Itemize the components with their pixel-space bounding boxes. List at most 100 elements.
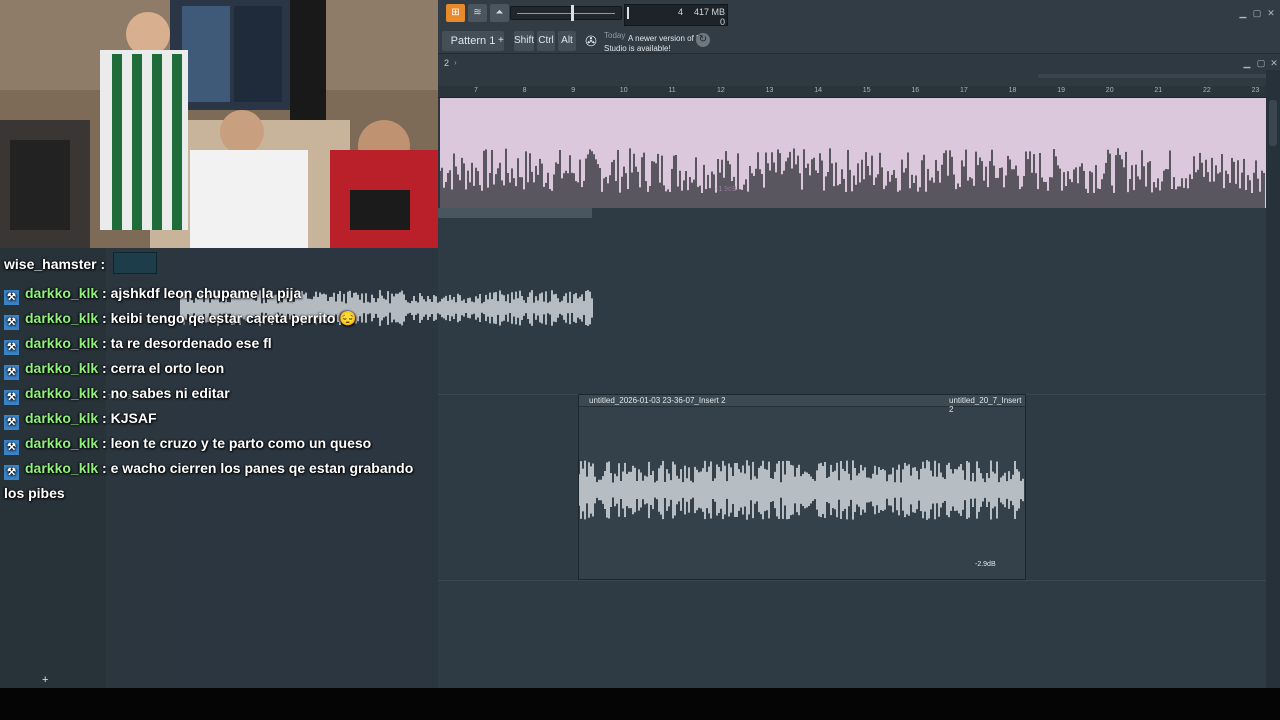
playlist-minimize-icon[interactable]: ▁: [1242, 58, 1252, 68]
maximize-icon[interactable]: ▢: [1252, 8, 1262, 18]
chat-separator: :: [98, 385, 111, 401]
chat-username: darkko_klk: [25, 310, 99, 326]
pink-clip-gain: -1.9dB: [716, 186, 737, 193]
close-icon[interactable]: ✕: [1266, 8, 1276, 18]
add-pattern-button[interactable]: +: [498, 31, 508, 51]
ruler-tick: 15: [862, 87, 871, 94]
master-volume-slider[interactable]: [510, 5, 622, 21]
refresh-icon[interactable]: ↻: [696, 33, 710, 47]
arrow-right-icon[interactable]: ›: [454, 58, 457, 67]
chat-message: ⚒ darkko_klk : leon te cruzo y te parto c…: [4, 431, 424, 456]
ruler-tick: 7: [474, 87, 478, 94]
chat-separator: :: [98, 410, 111, 426]
webcam-image: [0, 0, 438, 248]
chat-separator: :: [98, 310, 111, 326]
chat-message: wise_hamster :: [4, 252, 424, 277]
alt-key-button[interactable]: Alt: [558, 31, 576, 51]
chat-separator: :: [98, 460, 111, 476]
chat-separator: :: [98, 435, 111, 451]
chat-text: KJSAF: [110, 410, 157, 426]
chat-text: ta re desordenado ese fl: [110, 335, 272, 351]
ruler-tick: 20: [1105, 87, 1114, 94]
ruler-tick: 21: [1154, 87, 1163, 94]
chat-separator: :: [98, 335, 111, 351]
cpu-monitor: 4 417 MB 0: [624, 4, 728, 27]
user-badge-icon: ⚒: [4, 315, 19, 330]
webcam-overlay: [0, 0, 438, 248]
ruler-tick: 11: [668, 87, 676, 94]
chat-username: darkko_klk: [25, 410, 99, 426]
chat-overlay: wise_hamster : ⚒ darkko_klk : ajshkdf leo…: [4, 252, 424, 506]
shift-key-button[interactable]: Shift: [514, 31, 534, 51]
minimize-icon[interactable]: ▁: [1238, 8, 1248, 18]
memory-value: 417 MB: [693, 7, 725, 17]
main-clip-waveform: [579, 460, 1024, 520]
chat-username: darkko_klk: [25, 460, 99, 476]
polyphony-value: 0: [719, 17, 725, 27]
user-badge-icon: ⚒: [4, 415, 19, 430]
chat-emote-icon: [113, 252, 158, 274]
chat-message: ⚒ darkko_klk : keibi tengo qe estar caret…: [4, 306, 424, 331]
chat-username: darkko_klk: [25, 435, 99, 451]
clip-title: untitled_2026-01-03 23-36-07_Insert 2: [589, 396, 726, 405]
chat-message: ⚒ darkko_klk : cerra el orto leon: [4, 356, 424, 381]
playlist-maximize-icon[interactable]: ▢: [1256, 58, 1266, 68]
user-badge-icon: ⚒: [4, 340, 19, 355]
horizontal-scrollbar[interactable]: [1038, 74, 1268, 78]
ruler-tick: 13: [765, 87, 774, 94]
audio-clip-main[interactable]: untitled_2026-01-03 23-36-07_Insert 2 un…: [578, 394, 1026, 580]
news-text[interactable]: A newer version of FL Studio is availabl…: [604, 34, 708, 54]
ruler-tick: 23: [1251, 87, 1260, 94]
chat-message: ⚒ darkko_klk : e wacho cierren los panes …: [4, 456, 424, 506]
chat-username: darkko_klk: [25, 335, 99, 351]
ruler-tick: 16: [911, 87, 920, 94]
ruler-tick: 8: [522, 87, 527, 94]
chat-separator: :: [96, 256, 110, 272]
user-badge-icon: ⚒: [4, 365, 19, 380]
clip-gain: -2.9dB: [975, 561, 996, 568]
user-badge-icon: ⚒: [4, 390, 19, 405]
news-icon[interactable]: ✇: [582, 31, 600, 51]
timeline-ruler[interactable]: 7 8 9 10 11 12 13 14 15 16 17 18 19 20 21 22 23: [438, 86, 1268, 98]
fl-toolbar: ⊞ ≋ ⏶ 4 417 MB 0 Pattern 1 + Shift Ctrl …: [438, 0, 1280, 54]
chat-message: ⚒ darkko_klk : KJSAF: [4, 406, 424, 431]
playlist-close-icon[interactable]: ✕: [1269, 58, 1279, 68]
audio-clip-pink[interactable]: -1.9dB: [439, 98, 1266, 208]
chat-text: ajshkdf leon chupame la pija: [110, 285, 302, 301]
ctrl-key-button[interactable]: Ctrl: [537, 31, 555, 51]
chat-text: no sabes ni editar: [110, 385, 230, 401]
snap-icon[interactable]: ⊞: [446, 4, 465, 22]
add-track-button[interactable]: +: [42, 674, 48, 686]
playlist-bar-number: 2: [444, 58, 450, 68]
chat-message: ⚒ darkko_klk : ajshkdf leon chupame la pi…: [4, 281, 424, 306]
vertical-scrollbar[interactable]: [1266, 70, 1280, 688]
ruler-tick: 14: [814, 87, 822, 94]
clip-header-strip[interactable]: [438, 208, 592, 218]
chat-username: darkko_klk: [25, 285, 99, 301]
chat-separator: :: [98, 360, 111, 376]
chat-message: ⚒ darkko_klk : no sabes ni editar: [4, 381, 424, 406]
ruler-tick: 12: [717, 87, 725, 94]
user-badge-icon: ⚒: [4, 465, 19, 480]
chat-text: leon te cruzo y te parto como un queso: [110, 435, 372, 451]
chat-message: ⚒ darkko_klk : ta re desordenado ese fl: [4, 331, 424, 356]
playlist-header: 2 › ▁ ▢ ✕: [438, 54, 1280, 88]
ruler-tick: 19: [1057, 87, 1065, 94]
ruler-tick: 22: [1203, 87, 1211, 94]
pattern-selector[interactable]: Pattern 1: [442, 31, 504, 51]
waveform-icon[interactable]: ≋: [468, 4, 487, 22]
clip-caption-bar[interactable]: untitled_2026-01-03 23-36-07_Insert 2 un…: [579, 395, 1025, 414]
chat-username: darkko_klk: [25, 360, 99, 376]
chat-text: cerra el orto leon: [110, 360, 225, 376]
screen: ⊞ ≋ ⏶ 4 417 MB 0 Pattern 1 + Shift Ctrl …: [0, 0, 1280, 720]
pink-clip-waveform: [439, 148, 1265, 208]
ruler-tick: 10: [619, 87, 628, 94]
ruler-tick: 17: [960, 87, 968, 94]
chat-text: keibi tengo qe estar careta perrito 😔: [110, 310, 357, 326]
user-badge-icon: ⚒: [4, 290, 19, 305]
chat-username: darkko_klk: [25, 385, 99, 401]
cpu-value: 4: [677, 7, 683, 17]
ruler-tick: 9: [571, 87, 576, 94]
taskbar-strip: [0, 688, 1280, 720]
metronome-icon[interactable]: ⏶: [490, 4, 509, 22]
